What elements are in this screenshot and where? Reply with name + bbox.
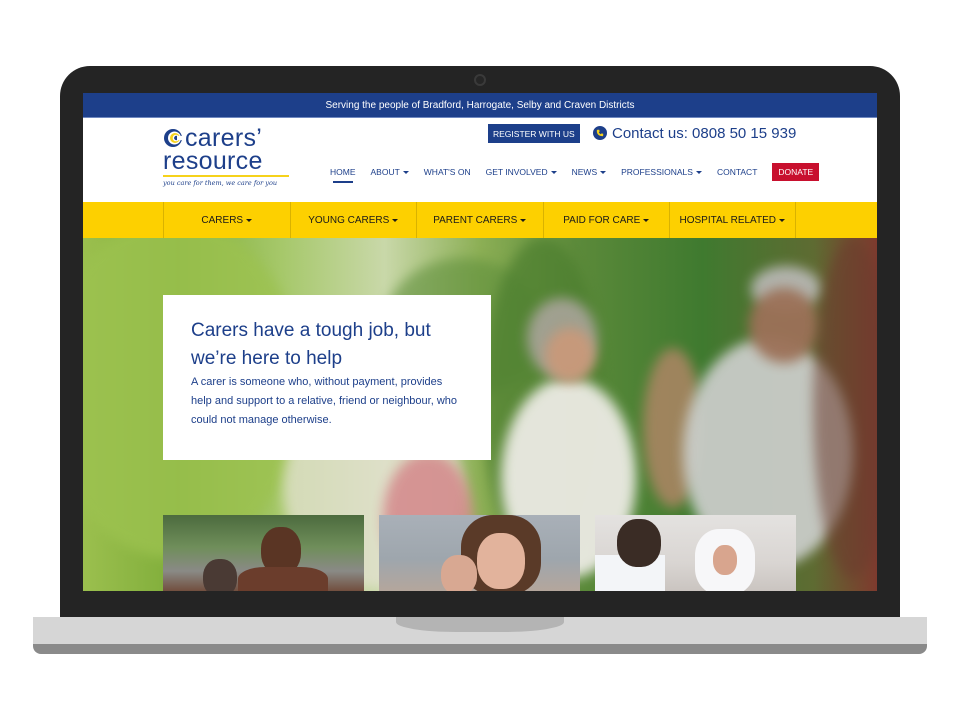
logo-underline	[163, 175, 289, 177]
nav-contact[interactable]: CONTACT	[717, 167, 757, 177]
hero-banner: Carers have a tough job, but we’re here …	[83, 238, 877, 591]
logo-text-resource: resource	[163, 147, 263, 175]
menu-young-carers[interactable]: YOUNG CARERS	[289, 202, 417, 238]
menu-paid-for-care[interactable]: PAID FOR CARE	[542, 202, 670, 238]
site-logo[interactable]: carers’ resource you care for them, we c…	[163, 125, 293, 187]
nav-news-label: NEWS	[571, 167, 598, 177]
website-screen: Serving the people of Bradford, Harrogat…	[83, 93, 877, 591]
caret-down-icon	[520, 218, 527, 222]
site-header: carers’ resource you care for them, we c…	[83, 118, 877, 202]
top-banner-text: Serving the people of Bradford, Harrogat…	[325, 99, 635, 111]
caret-down-icon	[392, 218, 399, 222]
caret-down-icon	[695, 170, 702, 174]
nav-whats-on[interactable]: WHAT'S ON	[424, 167, 471, 177]
nav-about[interactable]: ABOUT	[371, 167, 409, 177]
tile-doctor-patient[interactable]	[595, 515, 796, 591]
hero-title: Carers have a tough job, but we’re here …	[191, 320, 431, 369]
register-button[interactable]: REGISTER WITH US	[488, 124, 580, 143]
menu-carers[interactable]: CARERS	[163, 202, 290, 238]
menu-young-carers-label: YOUNG CARERS	[308, 214, 390, 226]
nav-home-label: HOME	[330, 167, 356, 177]
caret-down-icon	[779, 218, 785, 222]
nav-professionals[interactable]: PROFESSIONALS	[621, 167, 702, 177]
main-navigation: HOME ABOUT WHAT'S ON GET INVOLVED NEWS P…	[330, 163, 820, 183]
menu-carers-label: CARERS	[201, 214, 244, 226]
caret-down-icon	[402, 170, 409, 174]
menu-hospital-related-label: HOSPITAL RELATED	[679, 214, 776, 226]
webcam-icon	[474, 74, 486, 86]
menu-paid-for-care-label: PAID FOR CARE	[563, 214, 641, 226]
menu-parent-carers-label: PARENT CARERS	[433, 214, 518, 226]
nav-home[interactable]: HOME	[330, 167, 356, 183]
donate-button-label: DONATE	[778, 167, 814, 177]
logo-mark-icon	[164, 129, 183, 147]
laptop-notch	[396, 617, 564, 632]
nav-news[interactable]: NEWS	[572, 167, 607, 177]
nav-get-involved-label: GET INVOLVED	[485, 167, 548, 177]
tile-older-couple[interactable]	[163, 515, 364, 591]
tile-young-carer[interactable]	[379, 515, 580, 591]
contact-phone[interactable]: Contact us: 0808 50 15 939	[593, 121, 796, 145]
logo-tagline: you care for them, we care for you	[163, 179, 278, 187]
nav-get-involved[interactable]: GET INVOLVED	[486, 167, 557, 177]
audience-menu: CARERS YOUNG CARERS PARENT CARERS PAID F…	[83, 202, 877, 238]
feature-tiles	[163, 515, 796, 591]
caret-down-icon	[600, 170, 607, 174]
nav-contact-label: CONTACT	[716, 167, 758, 177]
nav-whats-on-label: WHAT'S ON	[423, 167, 471, 177]
nav-about-label: ABOUT	[370, 167, 400, 177]
phone-icon	[593, 126, 607, 140]
laptop-base-edge	[33, 644, 927, 654]
hero-card: Carers have a tough job, but we’re here …	[163, 295, 491, 460]
contact-label: Contact us: 0808 50 15 939	[612, 124, 797, 142]
caret-down-icon	[643, 218, 650, 222]
menu-parent-carers[interactable]: PARENT CARERS	[416, 202, 543, 238]
caret-down-icon	[246, 218, 253, 222]
menu-hospital-related[interactable]: HOSPITAL RELATED	[669, 202, 796, 238]
hero-description: A carer is someone who, without payment,…	[191, 376, 458, 426]
caret-down-icon	[550, 170, 557, 174]
nav-professionals-label: PROFESSIONALS	[621, 167, 693, 177]
donate-button[interactable]: DONATE	[772, 163, 820, 181]
register-button-label: REGISTER WITH US	[493, 128, 575, 139]
top-banner: Serving the people of Bradford, Harrogat…	[83, 93, 877, 118]
